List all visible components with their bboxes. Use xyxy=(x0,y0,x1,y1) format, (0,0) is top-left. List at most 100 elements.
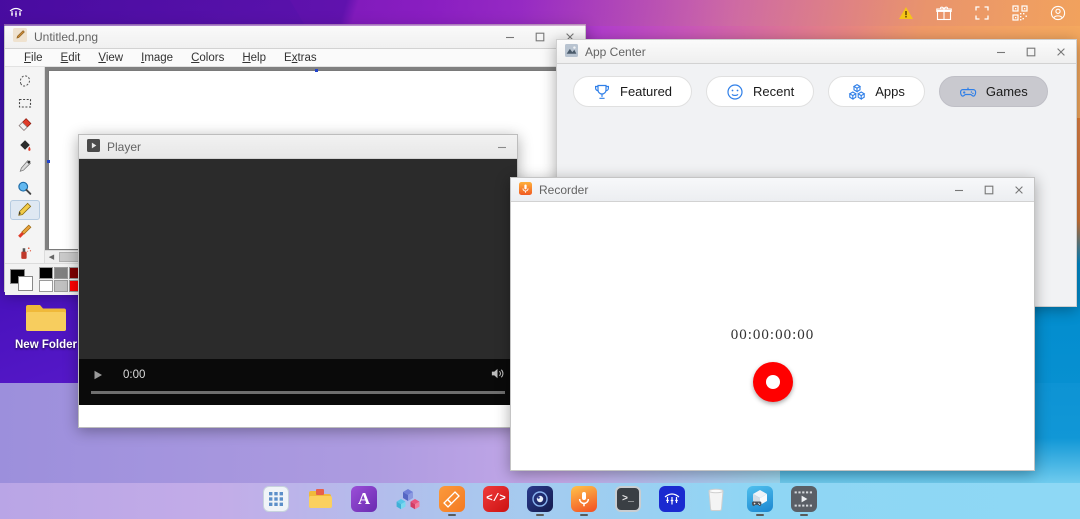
menu-view[interactable]: View xyxy=(89,52,132,64)
record-button[interactable] xyxy=(752,362,793,402)
player-titlebar[interactable]: Player xyxy=(79,135,517,159)
code-editor-icon[interactable]: </> xyxy=(483,486,509,512)
brush-tool[interactable] xyxy=(10,221,40,241)
recorder-body: 00:00:00:00 xyxy=(511,202,1034,470)
app-center-minimize-button[interactable] xyxy=(986,40,1016,64)
taskbar-item-code[interactable]: </> xyxy=(482,486,510,516)
paint-maximize-button[interactable] xyxy=(525,25,555,49)
swatch[interactable] xyxy=(39,267,53,279)
paint-minimize-button[interactable] xyxy=(495,25,525,49)
recorder-titlebar[interactable]: Recorder xyxy=(511,178,1034,202)
app-center-tabbar[interactable]: Featured Recent Apps Games xyxy=(557,64,1076,119)
player-minimize-button[interactable] xyxy=(487,135,517,159)
terminal-icon[interactable]: >_ xyxy=(615,486,641,512)
games-icon[interactable] xyxy=(747,486,773,512)
eraser-tool[interactable] xyxy=(10,114,40,134)
canvas-handle-top[interactable] xyxy=(315,69,318,72)
taskbar-item-recorder[interactable] xyxy=(570,486,598,516)
menu-extras[interactable]: Extras xyxy=(275,52,326,64)
system-logo-icon[interactable] xyxy=(659,486,685,512)
swatch[interactable] xyxy=(54,280,68,292)
background-color-swatch[interactable] xyxy=(18,275,33,291)
taskbar[interactable]: A </> >_ xyxy=(0,483,1080,519)
paint-icon[interactable] xyxy=(439,486,465,512)
taskbar-item-applications[interactable] xyxy=(262,486,290,516)
taskbar-item-player[interactable] xyxy=(526,486,554,516)
paint-toolbox[interactable] xyxy=(5,67,45,263)
recorder-maximize-button[interactable] xyxy=(974,178,1004,202)
taskbar-item-trash[interactable] xyxy=(702,486,730,516)
fullscreen-icon[interactable] xyxy=(974,5,990,21)
desktop-icon-new-folder[interactable]: New Folder xyxy=(12,300,80,351)
top-status-bar xyxy=(0,0,1080,26)
file-manager-icon[interactable] xyxy=(307,486,333,512)
tab-featured[interactable]: Featured xyxy=(573,76,693,107)
player-time: 0:00 xyxy=(123,369,146,381)
running-indicator xyxy=(800,514,808,516)
running-indicator xyxy=(536,514,544,516)
paint-titlebar[interactable]: Untitled.png xyxy=(5,25,585,49)
fill-tool[interactable] xyxy=(10,135,40,155)
recent-clock-icon xyxy=(726,83,744,101)
running-indicator xyxy=(624,514,632,516)
menu-image[interactable]: Image xyxy=(132,52,182,64)
app-grid-icon[interactable] xyxy=(263,486,289,512)
taskbar-item-games[interactable] xyxy=(746,486,774,516)
taskbar-item-system[interactable] xyxy=(658,486,686,516)
qrcode-icon[interactable] xyxy=(1012,5,1028,21)
recorder-window[interactable]: Recorder 00:00:00:00 xyxy=(510,177,1035,471)
running-indicator xyxy=(756,514,764,516)
recorder-minimize-button[interactable] xyxy=(944,178,974,202)
tab-games[interactable]: Games xyxy=(938,76,1048,107)
swatch[interactable] xyxy=(54,267,68,279)
player-progress-bar[interactable] xyxy=(91,391,505,394)
running-indicator xyxy=(712,514,720,516)
canvas-handle-left[interactable] xyxy=(47,160,50,163)
pencil-tool[interactable] xyxy=(9,199,40,221)
taskbar-item-video[interactable] xyxy=(790,486,818,516)
taskbar-item-terminal[interactable]: >_ xyxy=(614,486,642,516)
system-logo-icon[interactable] xyxy=(8,5,24,21)
app-center-icon[interactable] xyxy=(395,486,421,512)
taskbar-item-files[interactable] xyxy=(306,486,334,516)
menu-colors[interactable]: Colors xyxy=(182,52,233,64)
airbrush-tool[interactable] xyxy=(10,243,40,263)
trash-icon[interactable] xyxy=(703,486,729,512)
app-center-titlebar[interactable]: App Center xyxy=(557,40,1076,64)
taskbar-item-text-editor[interactable]: A xyxy=(350,486,378,516)
player-window[interactable]: Player 0:00 xyxy=(78,134,518,428)
running-indicator xyxy=(492,514,500,516)
recorder-icon[interactable] xyxy=(571,486,597,512)
eyedropper-tool[interactable] xyxy=(10,157,40,177)
menu-edit[interactable]: Edit xyxy=(52,52,90,64)
account-icon[interactable] xyxy=(1050,5,1066,21)
taskbar-item-app-center[interactable] xyxy=(394,486,422,516)
gift-icon[interactable] xyxy=(936,5,952,21)
tab-apps[interactable]: Apps xyxy=(828,76,925,107)
video-player-icon[interactable] xyxy=(791,486,817,512)
recorder-close-button[interactable] xyxy=(1004,178,1034,202)
media-player-icon[interactable] xyxy=(527,486,553,512)
free-form-select-tool[interactable] xyxy=(10,71,40,91)
tab-apps-label: Apps xyxy=(875,84,905,99)
paint-menubar[interactable]: File Edit View Image Colors Help Extras xyxy=(5,49,585,67)
app-center-close-button[interactable] xyxy=(1046,40,1076,64)
taskbar-item-paint[interactable] xyxy=(438,486,466,516)
player-controls[interactable]: 0:00 xyxy=(79,359,517,405)
play-box-icon xyxy=(87,138,100,155)
app-center-maximize-button[interactable] xyxy=(1016,40,1046,64)
menu-help[interactable]: Help xyxy=(233,52,275,64)
swatch[interactable] xyxy=(39,280,53,292)
player-video-area[interactable]: 0:00 xyxy=(79,159,517,405)
trophy-icon xyxy=(593,83,611,101)
magnifier-tool[interactable] xyxy=(10,178,40,198)
tab-recent[interactable]: Recent xyxy=(706,76,815,107)
text-editor-icon[interactable]: A xyxy=(351,486,377,512)
menu-file[interactable]: File xyxy=(15,52,52,64)
volume-icon[interactable] xyxy=(490,366,505,384)
scroll-left-arrow[interactable]: ◀ xyxy=(45,251,58,263)
current-colors[interactable] xyxy=(9,268,35,292)
rectangle-select-tool[interactable] xyxy=(10,92,40,112)
play-icon[interactable] xyxy=(91,368,105,382)
warning-icon[interactable] xyxy=(898,5,914,21)
